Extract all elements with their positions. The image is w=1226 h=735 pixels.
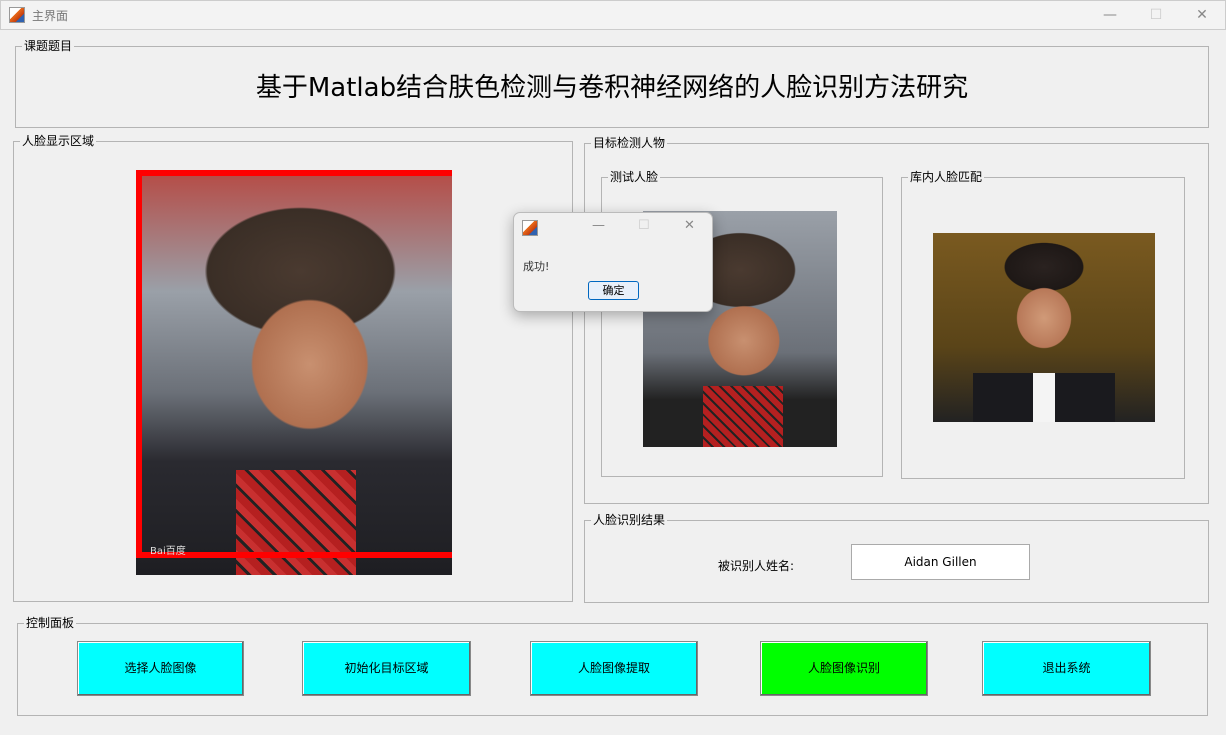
test-face-legend: 测试人脸 xyxy=(608,170,661,184)
dialog-close-button[interactable]: ✕ xyxy=(684,218,695,233)
extract-face-button[interactable]: 人脸图像提取 xyxy=(530,641,698,696)
title-panel: 课题题目 基于Matlab结合肤色检测与卷积神经网络的人脸识别方法研究 xyxy=(15,39,1209,128)
matlab-icon xyxy=(9,7,25,23)
exit-button[interactable]: 退出系统 xyxy=(982,641,1151,696)
select-image-button[interactable]: 选择人脸图像 xyxy=(77,641,244,696)
target-legend: 目标检测人物 xyxy=(591,136,668,150)
minimize-button[interactable]: — xyxy=(1100,5,1120,25)
control-legend: 控制面板 xyxy=(24,616,77,630)
success-dialog: — ☐ ✕ 成功! 确定 xyxy=(513,212,713,312)
detection-box xyxy=(136,170,452,558)
face-photo: Bai百度 xyxy=(136,170,452,575)
dialog-message: 成功! xyxy=(523,260,550,273)
db-match-legend: 库内人脸匹配 xyxy=(908,170,985,184)
dialog-maximize-button[interactable]: ☐ xyxy=(638,218,650,233)
page-title: 基于Matlab结合肤色检测与卷积神经网络的人脸识别方法研究 xyxy=(255,73,969,103)
scarf xyxy=(703,386,783,447)
dialog-minimize-button[interactable]: — xyxy=(592,218,605,233)
result-legend: 人脸识别结果 xyxy=(591,513,668,527)
ok-button[interactable]: 确定 xyxy=(588,281,639,300)
title-bar xyxy=(0,0,1226,30)
recognize-face-button[interactable]: 人脸图像识别 xyxy=(760,641,928,696)
maximize-button[interactable]: ☐ xyxy=(1146,5,1166,25)
watermark: Bai百度 xyxy=(150,546,186,557)
name-field[interactable]: Aidan Gillen xyxy=(851,544,1030,580)
shirt xyxy=(1033,373,1055,422)
window-title: 主界面 xyxy=(32,9,69,23)
title-panel-legend: 课题题目 xyxy=(22,39,75,53)
db-match-image xyxy=(933,233,1155,422)
init-region-button[interactable]: 初始化目标区域 xyxy=(302,641,471,696)
matlab-icon xyxy=(522,220,538,236)
face-display-legend: 人脸显示区域 xyxy=(20,134,97,148)
name-label: 被识别人姓名: xyxy=(718,559,795,573)
close-button[interactable]: ✕ xyxy=(1192,5,1212,25)
